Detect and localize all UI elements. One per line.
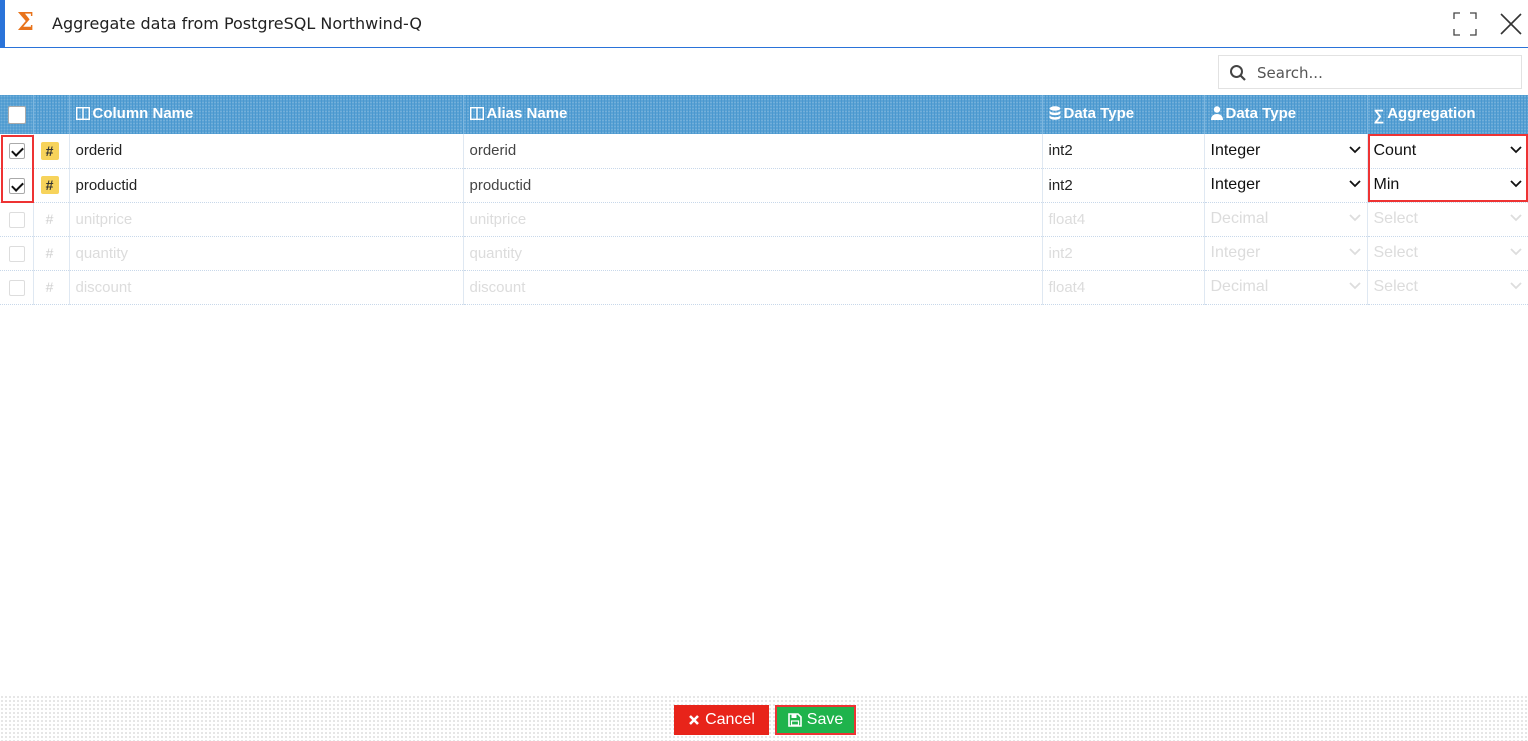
db-type-cell: float4 [1042,202,1205,237]
columns-icon [75,106,90,124]
aggregation-select[interactable]: Select [1367,202,1528,237]
alias-input[interactable]: unitprice [463,202,1043,237]
row-checkbox[interactable] [9,245,25,262]
alias-input[interactable]: discount [463,270,1043,305]
column-name-cell: orderid [69,134,464,169]
db-type-cell: int2 [1042,134,1205,169]
chevron-down-icon [1509,214,1522,222]
aggregation-select[interactable]: Select [1367,270,1528,305]
db-type-cell: int2 [1042,168,1205,203]
chevron-down-icon [1348,180,1361,188]
aggregation-select[interactable]: Select [1367,236,1528,271]
alias-name-header[interactable]: Alias Name [463,95,1043,134]
aggregation-header[interactable]: ∑ Aggregation [1367,95,1528,134]
datatype-header[interactable]: Data Type [1204,95,1368,134]
floppy-disk-icon [787,713,802,727]
search-box [1218,55,1522,89]
columns-table: Column Name Alias Name Data Type Data Ty… [0,95,1528,305]
numeric-type-icon: # [45,211,54,227]
table-row[interactable]: # productid productid int2 Integer Min [0,168,1528,203]
table-header-row: Column Name Alias Name Data Type Data Ty… [0,95,1528,134]
columns-icon [469,106,484,124]
sigma-icon: Σ [17,7,34,36]
column-name-cell: productid [69,168,464,203]
search-icon [1230,65,1246,81]
column-name-cell: unitprice [69,202,464,237]
db-datatype-header[interactable]: Data Type [1042,95,1205,134]
db-type-cell: int2 [1042,236,1205,271]
alias-input[interactable]: productid [463,168,1043,203]
select-all-checkbox[interactable] [8,105,26,124]
chevron-down-icon [1348,146,1361,154]
maximize-icon[interactable] [1451,10,1479,38]
alias-input[interactable]: quantity [463,236,1043,271]
close-icon[interactable] [1497,10,1525,38]
table-row[interactable]: # unitprice unitprice float4 Decimal Sel… [0,202,1528,237]
table-row[interactable]: # discount discount float4 Decimal Selec… [0,270,1528,305]
row-checkbox[interactable] [9,143,25,160]
row-checkbox[interactable] [9,177,25,194]
chevron-down-icon [1509,282,1522,290]
column-name-cell: discount [69,270,464,305]
aggregation-select[interactable]: Min [1367,168,1528,203]
save-button[interactable]: Save [775,705,856,735]
chevron-down-icon [1509,146,1522,154]
row-checkbox[interactable] [9,279,25,296]
column-name-cell: quantity [69,236,464,271]
db-type-cell: float4 [1042,270,1205,305]
numeric-type-icon: # [45,279,54,295]
datatype-select[interactable]: Integer [1204,236,1368,271]
chevron-down-icon [1348,214,1361,222]
chevron-down-icon [1348,248,1361,256]
dialog-titlebar: Σ Aggregate data from PostgreSQL Northwi… [0,0,1528,48]
sigma-icon: ∑ [1373,107,1385,124]
close-icon [689,715,700,725]
numeric-type-icon: # [45,245,54,261]
datatype-select[interactable]: Integer [1204,134,1368,169]
table-row[interactable]: # orderid orderid int2 Integer Count [0,134,1528,169]
database-icon [1049,106,1061,124]
numeric-type-icon: # [40,176,59,194]
datatype-select[interactable]: Decimal [1204,270,1368,305]
datatype-select[interactable]: Integer [1204,168,1368,203]
numeric-type-icon: # [40,141,59,160]
datatype-select[interactable]: Decimal [1204,202,1368,237]
row-checkbox[interactable] [9,211,25,228]
user-icon [1210,106,1223,124]
chevron-down-icon [1509,248,1522,256]
select-all-header [0,95,34,134]
table-row[interactable]: # quantity quantity int2 Integer Select [0,236,1528,271]
dialog-title: Aggregate data from PostgreSQL Northwind… [52,14,422,33]
cancel-button[interactable]: Cancel [674,705,769,735]
aggregation-select[interactable]: Count [1367,134,1528,169]
search-input[interactable] [1255,60,1519,86]
column-name-header[interactable]: Column Name [69,95,464,134]
alias-input[interactable]: orderid [463,134,1043,169]
chevron-down-icon [1348,282,1361,290]
type-icon-header [33,95,70,134]
chevron-down-icon [1509,180,1522,188]
